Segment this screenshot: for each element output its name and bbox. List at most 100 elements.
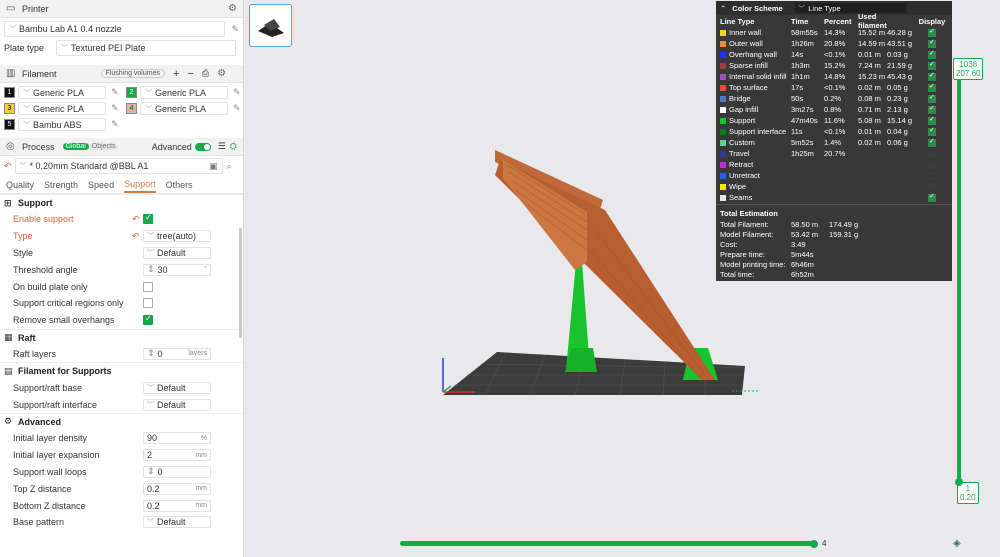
filament-color-swatch[interactable]: 2 (126, 87, 137, 98)
support-style-select[interactable]: ﹀ Default (143, 246, 211, 259)
filament-settings-icon[interactable]: ⚙ (217, 68, 226, 79)
line-type-length: 0.01 m (858, 50, 881, 59)
save-preset-icon[interactable]: ▣ (209, 161, 218, 172)
flushing-volumes-button[interactable]: Flushing volumes (100, 69, 165, 78)
bottom-layer-number: 1 (965, 484, 971, 493)
enable-support-checkbox[interactable] (143, 213, 153, 225)
tab-others[interactable]: Others (166, 180, 193, 192)
filament-select[interactable]: ﹀ Generic PLA (140, 102, 228, 115)
advanced-option-input[interactable]: ⇕ 0 (143, 465, 211, 478)
reset-support-type-icon[interactable]: ↶ (132, 231, 140, 242)
display-checkbox[interactable] (928, 38, 936, 48)
display-checkbox[interactable] (928, 115, 936, 125)
display-checkbox[interactable] (928, 137, 936, 147)
display-checkbox[interactable] (928, 82, 936, 92)
objects-toggle[interactable]: Objects (88, 143, 119, 150)
filament-select[interactable]: ﹀ Generic PLA (18, 102, 106, 115)
estimation-value: 3.49 (791, 239, 806, 249)
edit-printer-icon[interactable]: ✎ (231, 24, 239, 35)
filament-name: Generic PLA (155, 87, 207, 98)
process-icon: ◎ (6, 140, 15, 152)
tune-icon[interactable]: ⛭ (230, 141, 237, 152)
edit-filament-icon[interactable]: ✎ (233, 87, 241, 98)
process-preset-select[interactable]: ﹀ * 0.20mm Standard @BBL A1 ▣ (14, 158, 223, 174)
filament-select[interactable]: ﹀ Bambu ABS (18, 118, 106, 131)
advanced-option-unit: mm (195, 502, 207, 510)
advanced-option-input[interactable]: 90% (143, 432, 211, 445)
advanced-option-label: Initial layer expansion (13, 450, 100, 461)
legend-rows: Inner wall58m55s14.3%15.52 m46.28 gOuter… (716, 27, 952, 203)
view-type-select[interactable]: ﹀ Line Type (794, 3, 907, 13)
edit-filament-icon[interactable]: ✎ (111, 87, 119, 98)
display-checkbox[interactable] (928, 171, 936, 180)
top-layer-label[interactable]: 1038 207.60 (953, 58, 984, 80)
filament-color-swatch[interactable]: 4 (126, 103, 137, 114)
build-plate-only-checkbox[interactable] (143, 281, 153, 292)
legend-row: Inner wall 58m55s 14.3% 15.52 m 46.28 g (716, 27, 952, 38)
line-type-name: Gap infill (729, 105, 759, 114)
line-type-time: 14s (791, 50, 804, 59)
remove-filament-icon[interactable]: − (187, 68, 193, 80)
edit-filament-icon[interactable]: ✎ (111, 119, 119, 130)
display-checkbox[interactable] (928, 192, 936, 202)
global-toggle[interactable]: Global (62, 143, 89, 150)
reset-preset-icon[interactable]: ↶ (4, 161, 12, 172)
advanced-option-input[interactable]: 0.2 mm (143, 482, 211, 495)
tab-strength[interactable]: Strength (44, 180, 78, 192)
filament-select[interactable]: ﹀ Generic PLA (140, 86, 228, 99)
display-checkbox[interactable] (928, 49, 936, 59)
filament-color-swatch[interactable]: 1 (4, 87, 15, 98)
advanced-option-row: Bottom Z distance 0.2 mm (0, 497, 243, 514)
reset-enable-support-icon[interactable]: ↶ (132, 214, 140, 225)
filament-color-swatch[interactable]: 3 (4, 103, 15, 114)
display-checkbox[interactable] (928, 60, 936, 70)
line-type-weight: 43.51 g (887, 39, 913, 48)
search-settings-icon[interactable]: ⌕ (227, 161, 232, 172)
display-checkbox[interactable] (928, 160, 936, 169)
line-type-length: 0.08 m (858, 94, 881, 103)
plate-type-label: Plate type (4, 43, 45, 53)
display-checkbox[interactable] (928, 27, 936, 37)
filament-color-swatch[interactable]: 5 (4, 119, 15, 130)
display-checkbox[interactable] (928, 126, 936, 136)
remove-small-overhangs-checkbox[interactable] (143, 314, 153, 326)
tab-speed[interactable]: Speed (88, 180, 114, 192)
display-checkbox[interactable] (928, 71, 936, 81)
advanced-option-input[interactable]: 0.2 mm (143, 499, 211, 512)
advanced-option-select[interactable]: ﹀ Default (143, 516, 211, 529)
edit-filament-icon[interactable]: ✎ (111, 103, 119, 114)
edit-filament-icon[interactable]: ✎ (233, 103, 241, 114)
plate-type-select[interactable]: ﹀ Textured PEI Plate (56, 40, 236, 56)
tab-quality[interactable]: Quality (6, 180, 34, 192)
layer-range-slider[interactable] (957, 58, 961, 482)
move-slider[interactable] (400, 541, 814, 546)
display-checkbox[interactable] (928, 104, 936, 114)
collapse-icon[interactable]: ⌃ (720, 4, 726, 13)
advanced-option-input[interactable]: 2 mm (143, 449, 211, 462)
add-filament-icon[interactable]: + (173, 68, 179, 80)
bottom-layer-handle[interactable] (955, 478, 963, 486)
threshold-angle-input[interactable]: ⇕ 30 ° (143, 263, 211, 276)
printer-select[interactable]: ﹀ Bambu Lab A1 0.4 nozzle (4, 21, 226, 37)
filament-slot: 5 ﹀ Bambu ABS ✎ (4, 118, 126, 131)
line-type-length: 15.23 m (858, 72, 886, 81)
printer-settings-icon[interactable]: ⚙ (228, 3, 237, 14)
move-slider-handle[interactable] (810, 540, 818, 548)
settings-scrollbar[interactable] (239, 228, 242, 338)
display-checkbox[interactable] (928, 149, 936, 158)
display-checkbox[interactable] (928, 93, 936, 103)
tab-support[interactable]: Support (124, 179, 156, 193)
compare-icon[interactable]: ☰ (218, 141, 226, 152)
advanced-switch[interactable] (194, 142, 211, 151)
raft-layers-input[interactable]: ⇕ 0 layers (143, 347, 211, 360)
support-interface-select[interactable]: ﹀ Default (143, 398, 211, 411)
support-type-select[interactable]: ﹀ tree(auto) (143, 230, 211, 243)
legend-column-header: Time (791, 16, 809, 26)
filament-select[interactable]: ﹀ Generic PLA (18, 86, 106, 99)
sync-filament-icon[interactable]: ⎙ (202, 68, 209, 79)
layers-icon[interactable]: ◈ (953, 538, 961, 549)
display-checkbox[interactable] (928, 182, 936, 191)
printer-name: Bambu Lab A1 0.4 nozzle (19, 24, 122, 34)
support-base-select[interactable]: ﹀ Default (143, 381, 211, 394)
critical-regions-checkbox[interactable] (143, 298, 153, 309)
